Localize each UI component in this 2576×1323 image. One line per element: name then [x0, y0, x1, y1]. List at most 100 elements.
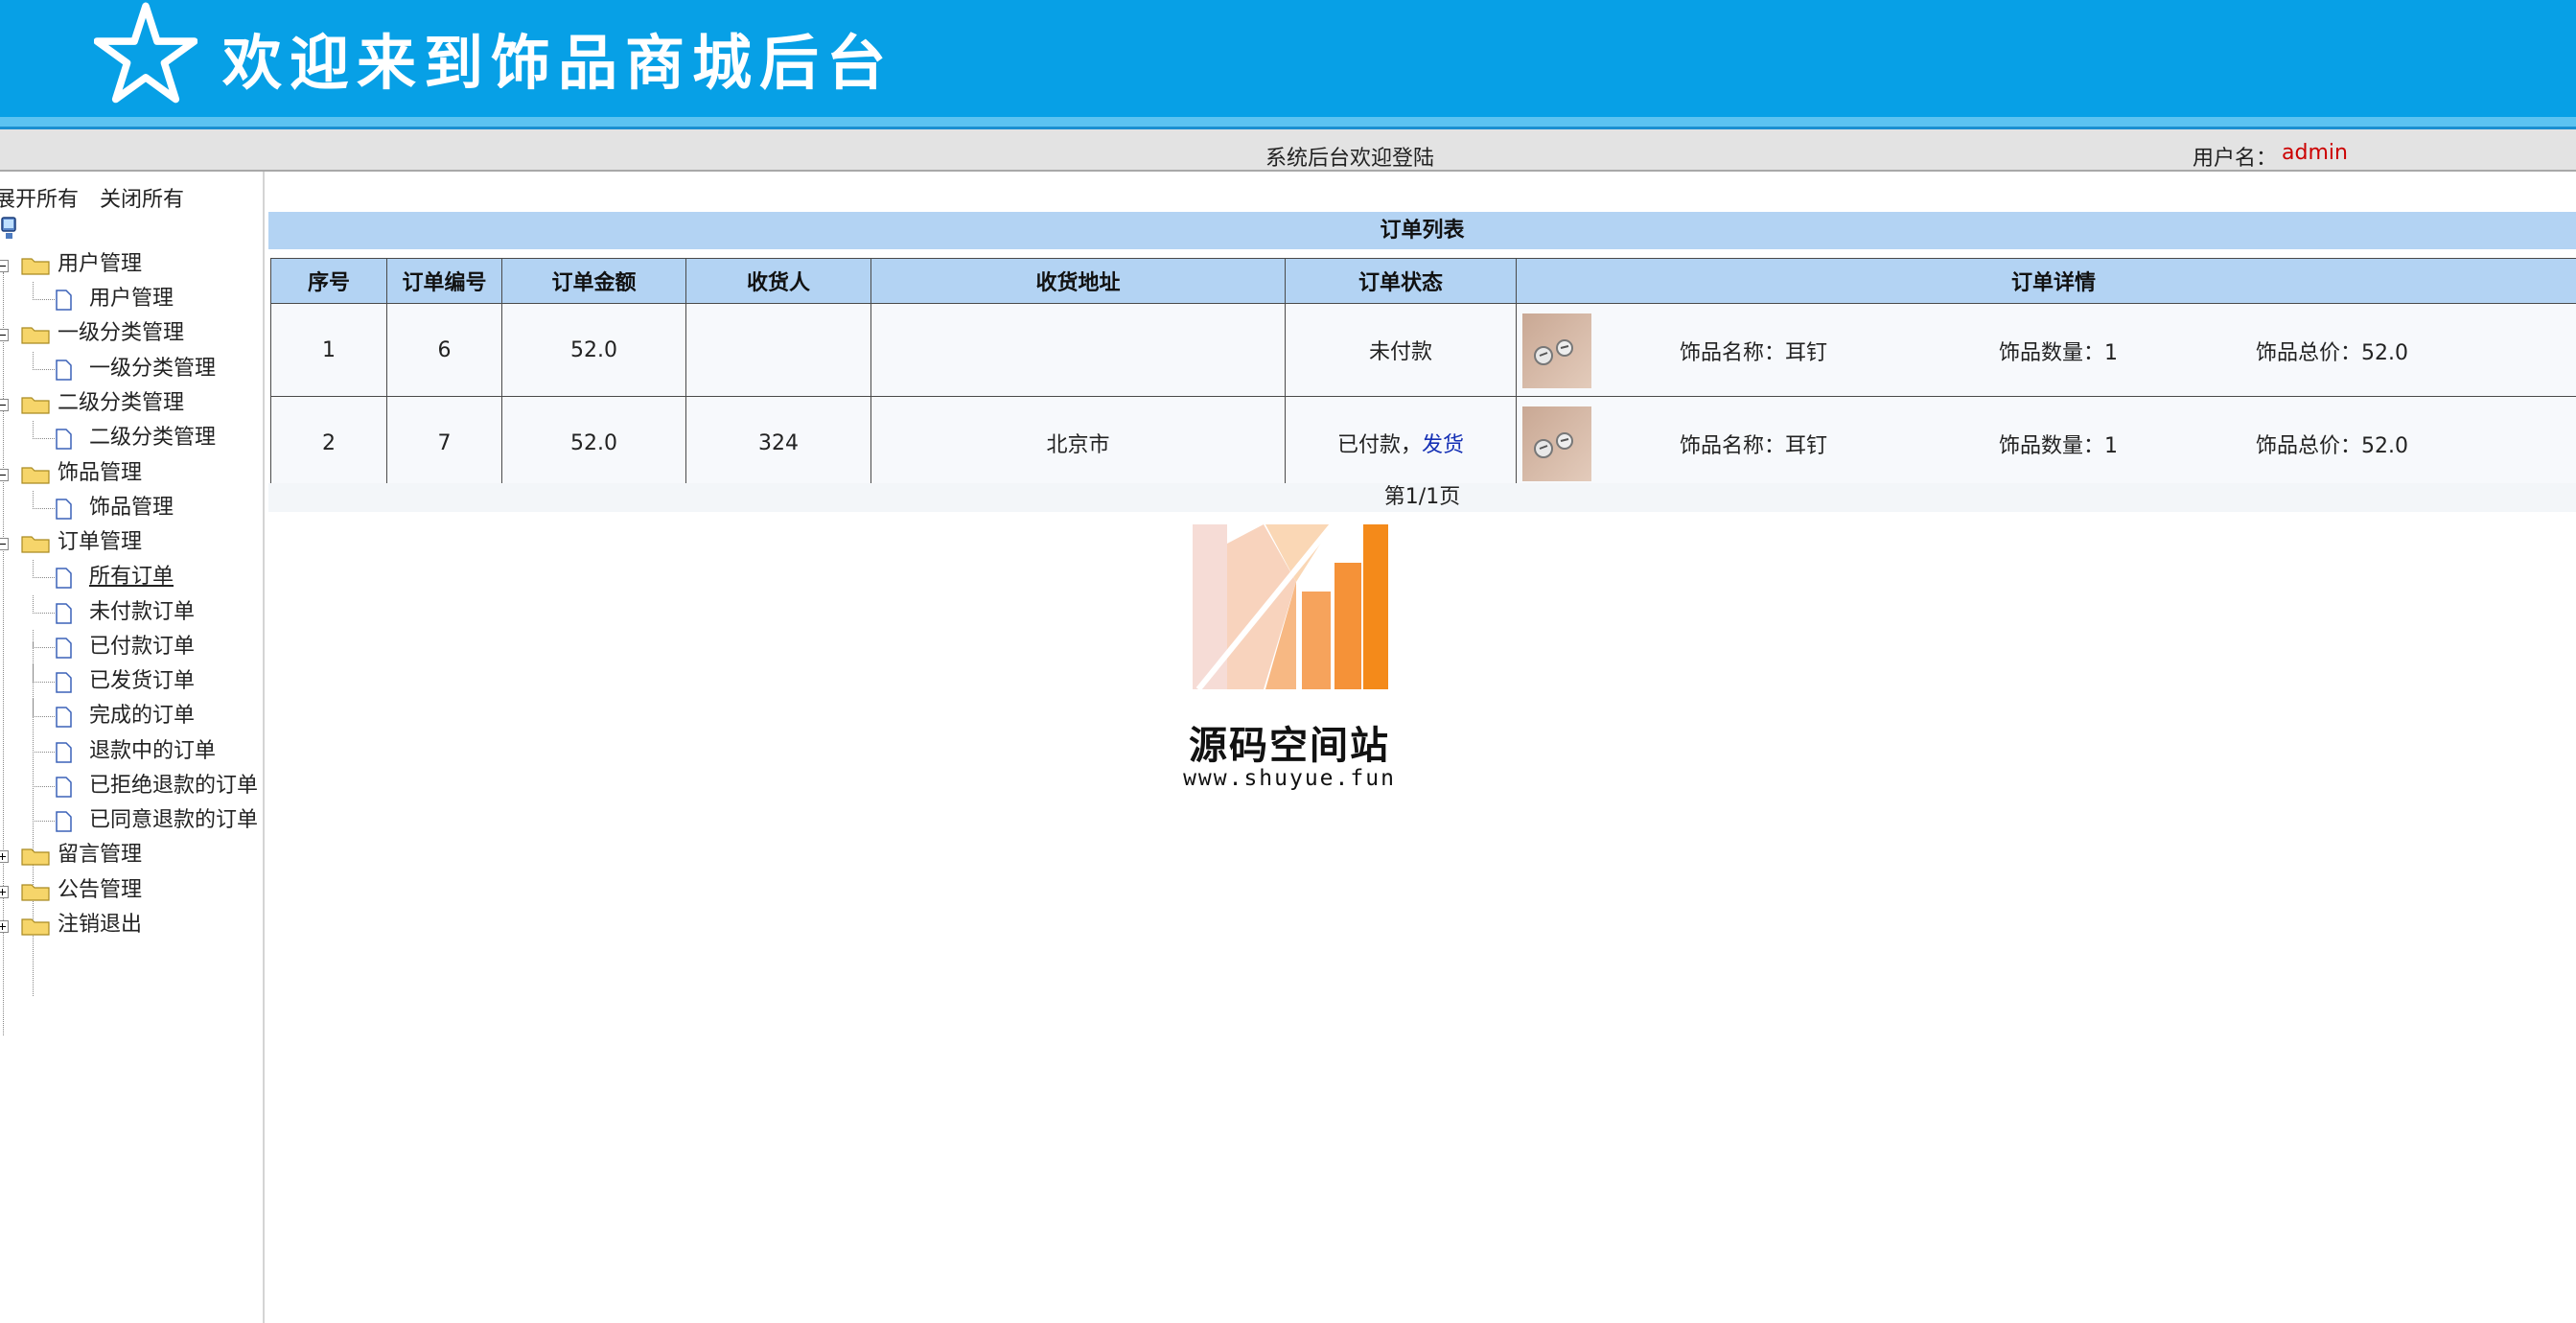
collapse-toggle-icon[interactable]: [0, 329, 9, 341]
cell-order-no: 6: [386, 303, 502, 397]
collapse-toggle-icon[interactable]: [0, 469, 9, 481]
watermark-url: www.shuyue.fun: [1183, 766, 1396, 791]
tree-folder-label: 留言管理: [58, 843, 143, 867]
folder-icon: [21, 397, 50, 414]
main-content: 订单列表 序号 订单编号 订单金额 收货人 收货地址 订单状态 订单详情 1 6…: [267, 172, 2576, 1323]
folder-icon: [21, 467, 50, 484]
product-thumbnail-image: [1522, 406, 1591, 481]
tree-folder-label: 订单管理: [58, 530, 143, 554]
document-icon: [56, 499, 72, 520]
column-header: 收货人: [685, 258, 871, 304]
order-table: 序号 订单编号 订单金额 收货人 收货地址 订单状态 订单详情 1 6 52.0…: [270, 258, 2576, 490]
expand-toggle-icon[interactable]: [0, 920, 9, 933]
column-header: 序号: [270, 258, 387, 304]
watermark-logo-icon: [1193, 524, 1388, 689]
tree-folder-label: 公告管理: [58, 878, 143, 902]
detail-quantity: 饰品数量：1: [1999, 434, 2118, 458]
watermark: 源码空间站 www.shuyue.fun: [1179, 522, 1394, 810]
document-icon: [56, 360, 72, 381]
detail-total: 饰品总价：52.0: [2256, 434, 2408, 458]
cell-order-no: 7: [386, 396, 502, 490]
star-icon: [94, 2, 197, 104]
document-icon: [56, 742, 72, 763]
tree-folder-label: 一级分类管理: [58, 321, 185, 345]
tree-item-label: 饰品管理: [89, 496, 174, 520]
expand-toggle-icon[interactable]: [0, 886, 9, 898]
column-header: 订单详情: [1516, 258, 2576, 304]
tree-item-label: 已发货订单: [89, 669, 196, 693]
watermark-name: 源码空间站: [1189, 724, 1390, 768]
ship-link[interactable]: 发货: [1422, 433, 1464, 457]
collapse-toggle-icon[interactable]: [0, 538, 9, 550]
cell-amount: 52.0: [501, 303, 686, 397]
table-row: 2 7 52.0 324 北京市 已付款，发货 饰品名称：耳钉 饰品数量：1 饰…: [270, 396, 2576, 490]
document-icon: [56, 672, 72, 693]
cell-address: 北京市: [870, 396, 1286, 490]
tree-item-label: 二级分类管理: [89, 426, 217, 450]
expand-all-link[interactable]: 展开所有: [0, 188, 79, 212]
collapse-toggle-icon[interactable]: [0, 399, 9, 411]
header-banner: 欢迎来到饰品商城后台: [0, 0, 2576, 129]
cell-amount: 52.0: [501, 396, 686, 490]
tree-item-label: 一级分类管理: [89, 357, 217, 381]
tree-item-label: 退款中的订单: [89, 739, 217, 763]
tree-item-label: 所有订单: [89, 565, 174, 589]
cell-detail: 饰品名称：耳钉 饰品数量：1 饰品总价：52.0: [1516, 396, 2576, 490]
tree-folder-label: 注销退出: [58, 913, 143, 937]
cell-receiver: [685, 303, 871, 397]
detail-quantity: 饰品数量：1: [1999, 341, 2118, 365]
document-icon: [56, 429, 72, 450]
cell-status: 已付款，发货: [1285, 396, 1517, 490]
cell-status: 未付款: [1285, 303, 1517, 397]
collapse-toggle-icon[interactable]: [0, 260, 9, 272]
folder-icon: [21, 848, 50, 866]
tree-folder-label: 饰品管理: [58, 461, 143, 485]
tree-folder-label: 二级分类管理: [58, 391, 185, 415]
detail-name: 饰品名称：耳钉: [1680, 434, 1828, 458]
column-header: 收货地址: [870, 258, 1286, 304]
collapse-all-link[interactable]: 关闭所有: [100, 188, 184, 212]
order-list-title: 订单列表: [268, 212, 2576, 249]
cell-receiver: 324: [685, 396, 871, 490]
tree-item-label: 已同意退款的订单: [89, 808, 259, 832]
tree-item-label: 已拒绝退款的订单: [89, 774, 259, 798]
banner-stripe: [0, 117, 2576, 127]
cell-seq: 2: [270, 396, 387, 490]
status-text: 未付款: [1368, 340, 1432, 364]
table-row: 1 6 52.0 未付款 饰品名称：耳钉 饰品数量：1 饰品总价：52.0: [270, 303, 2576, 397]
username-value: admin: [2282, 141, 2348, 165]
pagination: 第1/1页: [268, 483, 2576, 512]
welcome-text: 系统后台欢迎登陆: [1265, 147, 1435, 171]
cell-address: [870, 303, 1286, 397]
tree-item-label: 已付款订单: [89, 635, 196, 659]
document-icon: [56, 603, 72, 624]
product-thumbnail-image: [1522, 313, 1591, 388]
document-icon: [56, 568, 72, 589]
sidebar-tree: 展开所有关闭所有 用户管理 用户管理 一级分类管理 一级分类管理 二级分类管理: [0, 172, 265, 1323]
tree-item-label: 未付款订单: [89, 600, 196, 624]
document-icon: [56, 811, 72, 832]
table-header-row: 序号 订单编号 订单金额 收货人 收货地址 订单状态 订单详情: [270, 258, 2576, 304]
tree-controls: 展开所有 关闭所有: [0, 182, 184, 213]
folder-icon: [21, 918, 50, 936]
expand-toggle-icon[interactable]: [0, 850, 9, 863]
detail-name: 饰品名称：耳钉: [1680, 341, 1828, 365]
column-header: 订单金额: [501, 258, 686, 304]
cell-detail: 饰品名称：耳钉 饰品数量：1 饰品总价：52.0: [1516, 303, 2576, 397]
computer-icon: [1, 217, 16, 239]
document-icon: [56, 638, 72, 659]
folder-icon: [21, 884, 50, 901]
folder-open-icon: [21, 536, 50, 553]
status-bar: 系统后台欢迎登陆 用户名： admin: [0, 129, 2576, 172]
column-header: 订单编号: [386, 258, 502, 304]
tree-folder-label: 用户管理: [58, 252, 143, 276]
column-header: 订单状态: [1285, 258, 1517, 304]
document-icon: [56, 707, 72, 728]
document-icon: [56, 777, 72, 798]
tree-item-label: 用户管理: [89, 287, 174, 311]
folder-icon: [21, 258, 50, 275]
banner-title: 欢迎来到饰品商城后台: [222, 28, 894, 98]
tree-item-label: 完成的订单: [89, 704, 196, 728]
detail-total: 饰品总价：52.0: [2256, 341, 2408, 365]
document-icon: [56, 290, 72, 311]
